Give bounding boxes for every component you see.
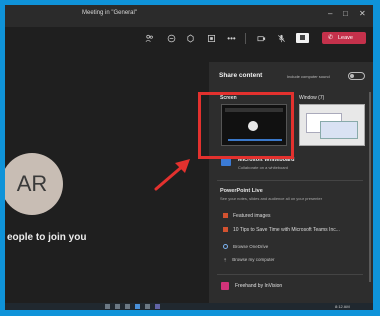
- people-icon[interactable]: [145, 34, 154, 43]
- taskbar-app-icon[interactable]: [115, 304, 120, 309]
- thumb-window-front: [320, 121, 358, 139]
- phone-icon: ✆: [328, 35, 334, 41]
- share-panel-title: Share content: [219, 72, 263, 79]
- window-section-label: Window (7): [299, 95, 325, 101]
- window-share-thumbnail[interactable]: [299, 104, 365, 146]
- maximize-button[interactable]: □: [343, 9, 348, 19]
- file-name: 10 Tips to Save Time with Microsoft Team…: [233, 227, 340, 233]
- chat-icon[interactable]: [167, 34, 176, 43]
- browse-onedrive-link[interactable]: Browse OneDrive: [223, 244, 268, 249]
- powerpoint-icon: [223, 227, 228, 232]
- browse-computer-label: Browse my computer: [232, 257, 275, 262]
- include-sound-label: Include computer sound: [287, 74, 330, 79]
- whiteboard-subtitle: Collaborate on a whiteboard: [238, 165, 289, 170]
- close-button[interactable]: ✕: [359, 9, 366, 19]
- title-bar: Meeting in "General" – □ ✕: [5, 5, 373, 27]
- invite-people-text: eople to join you: [7, 232, 87, 243]
- screen-highlight-box: [198, 92, 294, 159]
- powerpoint-icon: [223, 213, 228, 218]
- file-name: Featured images: [233, 213, 271, 219]
- browse-computer-link[interactable]: ⇡ Browse my computer: [223, 257, 275, 264]
- share-tray-button[interactable]: [296, 33, 309, 43]
- red-arrow-annotation: [154, 159, 190, 191]
- meeting-toolbar: ••• ✆ Leave: [5, 27, 373, 49]
- taskbar-app-icon[interactable]: [105, 304, 110, 309]
- teams-window: Meeting in "General" – □ ✕ ••• ✆ Leave A…: [5, 5, 373, 310]
- upload-icon: ⇡: [223, 258, 228, 264]
- taskbar-app-icon[interactable]: [145, 304, 150, 309]
- taskbar-clock: 8:12 AM: [335, 304, 350, 309]
- more-icon[interactable]: •••: [227, 34, 236, 43]
- avatar: AR: [5, 153, 63, 215]
- file-item[interactable]: 10 Tips to Save Time with Microsoft Team…: [223, 227, 340, 233]
- include-sound-toggle[interactable]: [348, 72, 365, 80]
- browse-onedrive-label: Browse OneDrive: [233, 244, 269, 249]
- mic-icon[interactable]: [277, 34, 286, 43]
- taskbar: 8:12 AM: [5, 303, 373, 310]
- toolbar-divider: [245, 33, 246, 44]
- window-title: Meeting in "General": [82, 10, 137, 16]
- rooms-icon[interactable]: [207, 34, 216, 43]
- camera-icon[interactable]: [257, 34, 266, 43]
- leave-button[interactable]: ✆ Leave: [322, 32, 366, 44]
- taskbar-teams-icon[interactable]: [155, 304, 160, 309]
- freehand-option[interactable]: Freehand by InVision: [235, 283, 282, 289]
- minimize-button[interactable]: –: [328, 9, 332, 19]
- powerpoint-live-subtitle: See your notes, slides and audience all …: [220, 196, 323, 201]
- divider: [217, 180, 363, 181]
- panel-scrollbar[interactable]: [369, 92, 371, 282]
- leave-label: Leave: [338, 35, 353, 41]
- freehand-icon: [221, 282, 229, 290]
- reactions-icon[interactable]: [186, 34, 195, 43]
- taskbar-app-icon[interactable]: [125, 304, 130, 309]
- file-item[interactable]: Featured images: [223, 213, 271, 219]
- cloud-icon: [223, 244, 228, 249]
- divider: [217, 274, 363, 275]
- powerpoint-live-title: PowerPoint Live: [220, 188, 263, 194]
- taskbar-app-icon[interactable]: [135, 304, 140, 309]
